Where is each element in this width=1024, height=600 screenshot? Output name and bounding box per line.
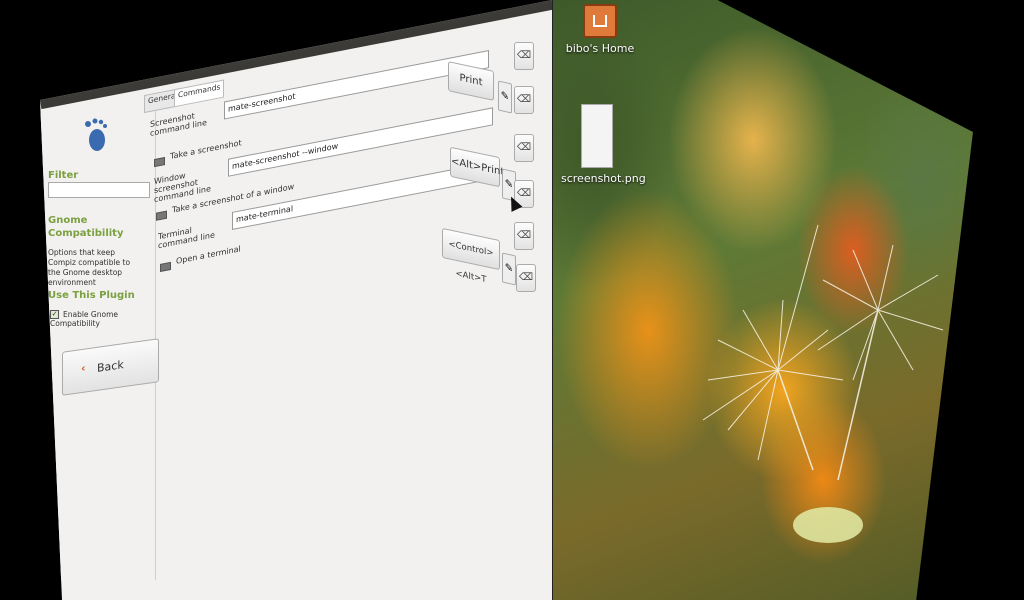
desktop-home-folder[interactable]: bibo's Home — [565, 4, 635, 55]
clear-icon[interactable]: ⌫ — [514, 86, 534, 114]
back-arrow-icon: ‹ — [81, 361, 86, 376]
desktop-screenshot-file[interactable]: screenshot.png — [561, 104, 646, 185]
keyboard-icon — [156, 210, 167, 221]
keyboard-icon — [154, 157, 165, 168]
back-button-label: Back — [97, 358, 124, 375]
keyboard-icon — [160, 261, 171, 272]
screenshot-command-label: Screenshot command line — [150, 111, 207, 138]
terminal-command-label: Terminal command line — [158, 225, 215, 251]
screenshot-file-label: screenshot.png — [561, 172, 646, 185]
use-plugin-heading: Use This Plugin — [48, 290, 135, 301]
plugin-title: Gnome Compatibility — [48, 215, 124, 239]
image-file-icon — [581, 104, 613, 168]
gnome-foot-icon — [85, 118, 107, 151]
desktop-wallpaper: bibo's Home screenshot.png — [552, 0, 973, 600]
home-folder-label: bibo's Home — [565, 42, 635, 55]
home-folder-icon — [583, 4, 617, 38]
clear-icon[interactable]: ⌫ — [516, 264, 536, 292]
checkbox-checked-icon[interactable]: ✓ — [50, 310, 59, 319]
edit-pencil-icon[interactable]: ✎ — [502, 252, 516, 286]
clear-icon[interactable]: ⌫ — [514, 42, 534, 70]
plugin-description: Options that keep Compiz compatible to t… — [48, 248, 131, 287]
clear-icon[interactable]: ⌫ — [514, 134, 534, 162]
open-terminal-label: Open a terminal — [176, 244, 241, 266]
compiz-settings-window: CompizConfig Settings Manager Filter Gno… — [40, 0, 552, 600]
enable-plugin-checkbox[interactable]: ✓ Enable Gnome Compatibility — [50, 310, 140, 328]
dandelion-seeds-image — [702, 224, 944, 543]
clear-icon[interactable]: ⌫ — [514, 222, 534, 250]
filter-input[interactable] — [48, 182, 150, 198]
filter-label: Filter — [48, 170, 79, 181]
enable-plugin-label: Enable Gnome Compatibility — [50, 310, 119, 328]
edit-pencil-icon[interactable]: ✎ — [498, 80, 512, 114]
tab-commands[interactable]: Commands — [174, 79, 225, 108]
